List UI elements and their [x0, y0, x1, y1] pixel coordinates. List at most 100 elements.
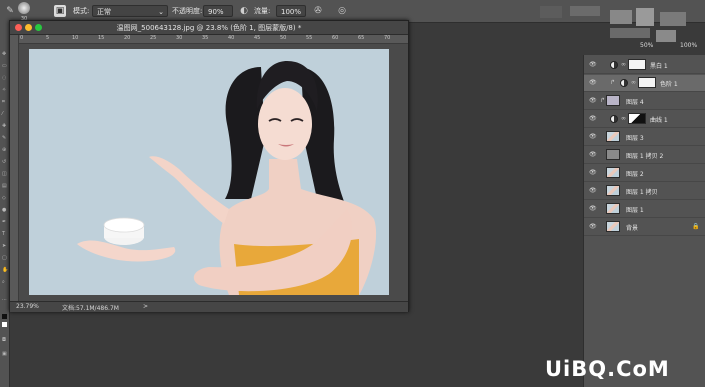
link-icon[interactable]: ∞: [621, 61, 626, 68]
layer-name[interactable]: 图层 4: [626, 97, 644, 106]
ruler-mark: 65: [358, 35, 365, 41]
layer-row[interactable]: 👁 ↱ ∞ 色阶 1: [584, 75, 705, 92]
layer-name[interactable]: 背景: [626, 223, 638, 232]
mode-select[interactable]: 正常 ⌄: [92, 5, 168, 17]
visibility-eye-icon[interactable]: 👁: [589, 170, 597, 176]
canvas-area[interactable]: [19, 44, 408, 301]
lock-icon[interactable]: 🔒: [692, 223, 699, 230]
layer-name[interactable]: 图层 1: [626, 205, 644, 214]
layer-mask-thumbnail[interactable]: [638, 77, 656, 88]
visibility-eye-icon[interactable]: 👁: [589, 62, 597, 68]
layer-thumbnail[interactable]: [606, 149, 620, 160]
visibility-eye-icon[interactable]: 👁: [589, 98, 597, 104]
pressure-size-icon[interactable]: ◎: [336, 5, 348, 17]
marquee-tool-icon[interactable]: ▭: [2, 64, 7, 69]
clone-tool-icon[interactable]: ⊕: [2, 148, 7, 153]
healing-tool-icon[interactable]: ✚: [2, 124, 7, 129]
eraser-tool-icon[interactable]: ◫: [2, 172, 7, 177]
foreground-color-swatch[interactable]: [2, 314, 7, 319]
lasso-tool-icon[interactable]: ◌: [2, 76, 7, 81]
layer-name[interactable]: 图层 1 拷贝: [626, 187, 658, 196]
link-icon[interactable]: ∞: [621, 115, 626, 122]
layer-name[interactable]: 黑白 1: [650, 61, 668, 70]
adjustment-layer-icon: [610, 61, 618, 69]
eyedropper-tool-icon[interactable]: ⁄: [2, 112, 7, 117]
gradient-tool-icon[interactable]: ▤: [2, 184, 7, 189]
airbrush-icon[interactable]: ✇: [312, 5, 324, 17]
opacity-input[interactable]: 90%: [203, 5, 233, 17]
layer-row[interactable]: 👁 图层 3: [584, 129, 705, 146]
history-brush-icon[interactable]: ↺: [2, 160, 7, 165]
blur-tool-icon[interactable]: ◇: [2, 196, 7, 201]
layer-mask-thumbnail[interactable]: [628, 113, 646, 124]
path-select-icon[interactable]: ➤: [2, 244, 7, 249]
move-tool-icon[interactable]: ✥: [2, 52, 7, 57]
brush-tool-icon[interactable]: ✎: [4, 5, 16, 17]
pen-tool-icon[interactable]: ✒: [2, 220, 7, 225]
zoom-tool-icon[interactable]: ⌕: [2, 280, 7, 285]
layer-thumbnail[interactable]: [606, 167, 620, 178]
visibility-eye-icon[interactable]: 👁: [589, 206, 597, 212]
layer-name[interactable]: 色阶 1: [660, 79, 678, 88]
flow-input[interactable]: 100%: [276, 5, 306, 17]
link-icon[interactable]: ∞: [631, 79, 636, 86]
layer-row[interactable]: 👁 图层 1 拷贝 2: [584, 147, 705, 164]
layer-row[interactable]: 👁 图层 2: [584, 165, 705, 182]
layer-name[interactable]: 图层 2: [626, 169, 644, 178]
pressure-opacity-icon[interactable]: ◐: [238, 5, 250, 17]
brush-preset-picker[interactable]: 30: [18, 2, 30, 22]
document-size[interactable]: 文档:57.1M/486.7M: [62, 303, 119, 312]
hand-tool-icon[interactable]: ✋: [2, 268, 8, 273]
background-color-swatch[interactable]: [2, 322, 7, 327]
layer-thumbnail[interactable]: [606, 221, 620, 232]
layer-name[interactable]: 曲线 1: [650, 115, 668, 124]
layer-name[interactable]: 图层 3: [626, 133, 644, 142]
ruler-mark: 20: [124, 35, 131, 41]
canvas-photo[interactable]: [29, 49, 389, 295]
horizontal-ruler[interactable]: 0 5 10 15 20 25 30 35 40 45 50 55 60 65 70: [18, 35, 408, 44]
layer-row[interactable]: 👁 ↱ 图层 4: [584, 93, 705, 110]
zoom-level[interactable]: 23.79%: [16, 303, 39, 310]
ruler-mark: 15: [98, 35, 105, 41]
layer-thumbnail[interactable]: [606, 95, 620, 106]
visibility-eye-icon[interactable]: 👁: [589, 134, 597, 140]
dodge-tool-icon[interactable]: ●: [2, 208, 7, 213]
quick-select-tool-icon[interactable]: ✧: [2, 88, 7, 93]
layer-thumbnail[interactable]: [606, 185, 620, 196]
layers-panel: 👁 ∞ 黑白 1 👁 ↱ ∞ 色阶 1 👁 ↱ 图层 4 👁 ∞ 曲线 1 👁 图层 3 👁 图层 1 拷贝 2…: [583, 55, 705, 387]
layer-thumbnail[interactable]: [606, 131, 620, 142]
layer-row[interactable]: 👁 ∞ 曲线 1: [584, 111, 705, 128]
brush-panel-toggle-icon[interactable]: ▣: [54, 5, 66, 17]
type-tool-icon[interactable]: T: [2, 232, 7, 237]
quick-mask-icon[interactable]: ◘: [2, 338, 7, 343]
more-tools-icon[interactable]: ⋯: [2, 298, 7, 303]
layer-thumbnail[interactable]: [606, 203, 620, 214]
crop-tool-icon[interactable]: ⌗: [2, 100, 7, 105]
layer-mask-thumbnail[interactable]: [628, 59, 646, 70]
ruler-mark: 55: [306, 35, 313, 41]
opacity-value: 90%: [208, 8, 224, 16]
visibility-eye-icon[interactable]: 👁: [589, 80, 597, 86]
screen-mode-icon[interactable]: ▣: [2, 352, 7, 357]
mode-label: 模式:: [73, 7, 90, 15]
flow-value: 100%: [281, 8, 302, 16]
visibility-eye-icon[interactable]: 👁: [589, 116, 597, 122]
watermark-logo: UiBQ.CoM: [545, 357, 670, 381]
layer-name[interactable]: 图层 1 拷贝 2: [626, 151, 663, 160]
layer-row[interactable]: 👁 ∞ 黑白 1: [584, 57, 705, 74]
layer-row[interactable]: 👁 图层 1 拷贝: [584, 183, 705, 200]
document-titlebar[interactable]: 温图网_500643128.jpg @ 23.8% (色阶 1, 图层蒙版/8)…: [10, 21, 408, 35]
panel-value-1: 50%: [640, 42, 654, 49]
ruler-mark: 35: [202, 35, 209, 41]
visibility-eye-icon[interactable]: 👁: [589, 224, 597, 230]
shape-tool-icon[interactable]: ▢: [2, 256, 7, 261]
brush-tool-side-icon[interactable]: ✎: [2, 136, 7, 141]
visibility-eye-icon[interactable]: 👁: [589, 188, 597, 194]
panel-value-2: 100%: [680, 42, 698, 49]
vertical-ruler[interactable]: [10, 35, 19, 301]
visibility-eye-icon[interactable]: 👁: [589, 152, 597, 158]
status-menu-arrow[interactable]: >: [143, 303, 148, 310]
layer-row[interactable]: 👁 背景 🔒: [584, 219, 705, 236]
layer-row[interactable]: 👁 图层 1: [584, 201, 705, 218]
ruler-mark: 40: [228, 35, 235, 41]
